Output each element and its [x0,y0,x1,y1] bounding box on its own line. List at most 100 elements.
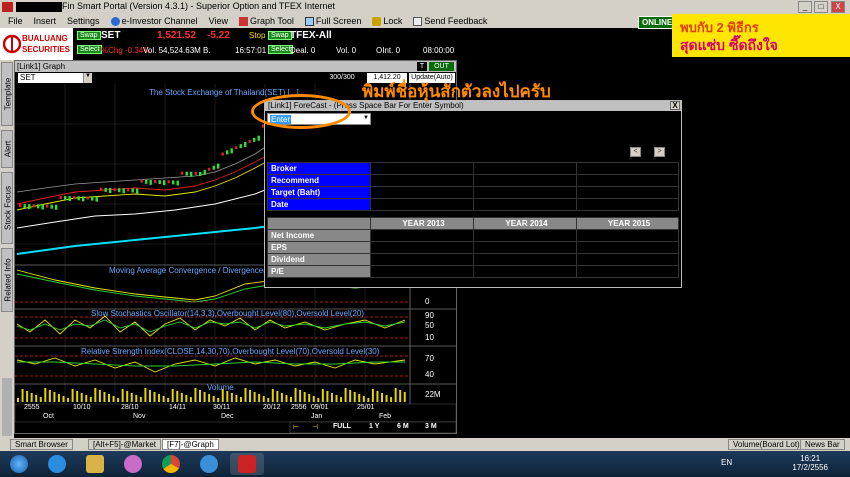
candle [230,148,233,154]
menu-einvestor[interactable]: e-Investor Channel [107,16,202,26]
prev-button[interactable]: < [630,147,641,157]
range-1y-button[interactable]: 1 Y [369,423,379,430]
candle [172,180,175,185]
month-label: Oct [43,413,54,420]
system-clock[interactable]: 16:21 17/2/2556 [792,454,828,472]
volume-bar [376,391,379,402]
menu-send-feedback[interactable]: Send Feedback [409,16,491,26]
side-tool-buttons[interactable] [2,378,12,436]
volume-bar [344,388,347,402]
volume-bar [108,394,110,402]
language-indicator[interactable]: EN [721,458,732,467]
volume-bar [390,397,393,402]
quote-price: 1,521.52 [157,30,196,41]
volume-board-lot[interactable]: Volume(Board Lot) [728,439,805,450]
start-button[interactable] [2,453,36,475]
candle [226,150,229,155]
forecast-close-button[interactable]: X [670,101,680,110]
ma-white-line [16,187,271,229]
finsmart-button[interactable] [230,453,264,475]
close-button[interactable]: X [831,1,845,13]
menu-lock[interactable]: Lock [368,16,406,26]
fin-cell [576,265,679,278]
volume-bar [385,395,388,402]
tab-template[interactable]: Template [1,62,13,126]
maximize-button[interactable]: □ [814,1,828,13]
tfex-time: 08:00:00 [423,46,455,55]
media-button[interactable] [116,453,150,475]
advert-banner[interactable]: พบกับ 2 พิธีกร สุดแซ่บ ซี๊ดถึงใจ [672,14,850,57]
tab-stock-focus[interactable]: Stock Focus [1,172,13,244]
market-tab[interactable]: [Alt+F5]-@Market [88,439,162,450]
graph-title: [Link1] Graph [17,62,66,71]
macd-axis-0: 0 [425,297,430,306]
volume-bar [35,395,38,402]
smart-browser-tab[interactable]: Smart Browser [10,439,73,450]
next-button[interactable]: > [654,147,665,157]
window-title: Fin Smart Portal (Version 4.3.1) - Super… [62,1,335,11]
tfex-swap-button[interactable]: Swap [268,31,292,40]
info-cell [473,174,577,187]
graph-out-button[interactable]: OUT [429,62,454,71]
chevron-down-icon: ▼ [83,73,92,83]
menu-full-screen[interactable]: Full Screen [301,16,366,26]
select-button[interactable]: Select [77,45,103,54]
zoom-in-icon[interactable]: ⊢ [293,423,303,431]
info-cell [473,198,577,211]
range-full-button[interactable]: FULL [333,423,351,430]
volume-bar [89,397,92,402]
desktop: { "window": {"title": "Fin Smart Portal … [0,0,850,477]
app-button[interactable] [192,453,226,475]
volume-bar [171,389,174,402]
volume-bar [148,390,151,402]
volume-bar [381,393,383,402]
fin-cell [576,229,679,242]
volume-bar [239,397,242,402]
info-cell [473,162,577,175]
candles-group [19,122,269,210]
menu-insert[interactable]: Insert [30,16,61,26]
graph-symbol-select[interactable]: SET ▼ [18,73,92,83]
candle [154,180,157,183]
candle [113,188,116,192]
menu-file[interactable]: File [4,16,27,26]
volume-bar [367,398,370,402]
candle [185,171,188,176]
candle [86,196,89,200]
menu-settings[interactable]: Settings [63,16,104,26]
header-blank [267,217,371,230]
news-bar-button[interactable]: News Bar [800,439,845,450]
quote-tfex-bar: Swap Select TFEX-All Deal. 0 Vol. 0 OInt… [268,28,458,60]
year-header: YEAR 2014 [473,217,577,230]
info-cell [473,186,577,199]
range-6m-button[interactable]: 6 M [397,423,409,430]
volume-bar [203,392,206,402]
explorer-button[interactable] [78,453,112,475]
candle [244,142,247,147]
tab-alert[interactable]: Alert [1,130,13,168]
volume-bar [403,392,406,402]
volume-bar [226,391,229,402]
candle [149,179,152,185]
candle [145,179,148,184]
menu-view[interactable]: View [205,16,232,26]
zoom-out-icon[interactable]: ⊣ [312,423,322,431]
menu-graph-tool[interactable]: Graph Tool [235,16,298,26]
minimize-button[interactable]: _ [798,1,812,13]
tab-related-info[interactable]: Related Info [1,248,13,312]
swap-button[interactable]: Swap [77,31,101,40]
year-header: YEAR 2013 [370,217,474,230]
candle [37,204,40,209]
graph-t-button[interactable]: T [417,62,427,71]
chrome-button[interactable] [154,453,188,475]
sto-axis-10: 10 [425,333,434,342]
volume-bar [62,396,65,402]
egraph-tab[interactable]: [F7]-@Graph [162,439,219,450]
windows-taskbar: EN 16:21 17/2/2556 [0,451,850,477]
range-3m-button[interactable]: 3 M [425,423,437,430]
fin-label: P/E [267,265,371,278]
volume-bar [235,395,238,402]
volume-bar [76,391,79,402]
ie-button[interactable] [40,453,74,475]
info-cell [370,198,474,211]
